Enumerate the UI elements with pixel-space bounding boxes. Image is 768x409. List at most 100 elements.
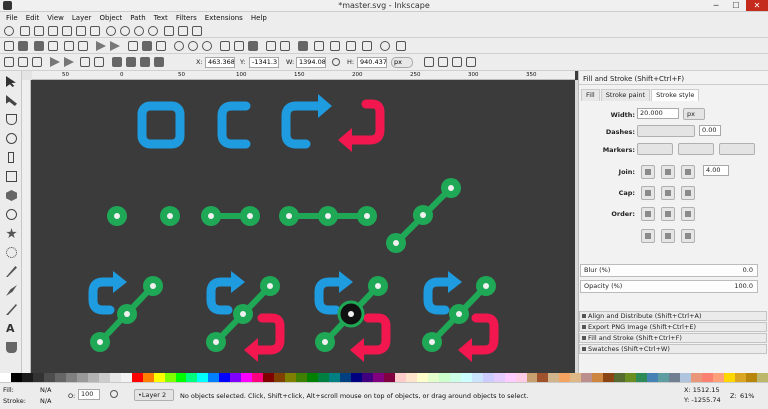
snap-toggle-icon[interactable] [4, 26, 14, 36]
color-swatch[interactable] [252, 373, 264, 382]
node-tool-icon[interactable] [6, 95, 17, 106]
color-swatch[interactable] [723, 373, 735, 382]
color-swatch[interactable] [32, 373, 44, 382]
cut-icon[interactable] [142, 41, 152, 51]
opacity-slider[interactable]: Opacity (%) 100.0 [580, 280, 758, 293]
align-distribute-dialog[interactable]: Align and Distribute (Shift+Ctrl+A) [579, 311, 767, 321]
spiral-tool-icon[interactable] [6, 247, 17, 258]
dash-pattern-select[interactable] [637, 125, 695, 137]
raise-icon[interactable] [126, 57, 136, 67]
color-swatch[interactable] [307, 373, 319, 382]
color-swatch[interactable] [460, 373, 472, 382]
export-png-dialog[interactable]: Export PNG Image (Shift+Ctrl+E) [579, 322, 767, 332]
color-swatch[interactable] [361, 373, 373, 382]
color-swatch[interactable] [0, 373, 11, 382]
color-swatch[interactable] [87, 373, 99, 382]
color-swatch[interactable] [581, 373, 593, 382]
color-swatch[interactable] [625, 373, 637, 382]
miter-limit-input[interactable]: 4.00 [703, 165, 729, 176]
color-swatch[interactable] [318, 373, 330, 382]
zoom-selection-icon[interactable] [174, 41, 184, 51]
deselect-icon[interactable] [32, 57, 42, 67]
copy-icon[interactable] [128, 41, 138, 51]
color-swatch[interactable] [734, 373, 746, 382]
start-marker-select[interactable] [637, 143, 673, 155]
undo-icon[interactable] [96, 41, 106, 51]
color-swatch[interactable] [10, 373, 22, 382]
tab-stroke-style[interactable]: Stroke style [651, 89, 700, 101]
color-swatch[interactable] [98, 373, 110, 382]
snap-nodes-icon[interactable] [90, 26, 100, 36]
new-document-icon[interactable] [4, 41, 14, 51]
color-swatch[interactable] [65, 373, 77, 382]
color-swatch[interactable] [21, 373, 33, 382]
round-cap-icon[interactable] [661, 186, 675, 200]
color-swatch[interactable] [120, 373, 132, 382]
color-swatch[interactable] [351, 373, 362, 382]
unlink-clone-icon[interactable] [248, 41, 258, 51]
paste-icon[interactable] [156, 41, 166, 51]
color-swatch[interactable] [482, 373, 494, 382]
align-icon[interactable] [362, 41, 372, 51]
xml-editor-icon[interactable] [346, 41, 356, 51]
rectangle-tool-icon[interactable] [6, 171, 17, 182]
x-input[interactable]: 463.368 [205, 57, 235, 68]
square-cap-icon[interactable] [681, 186, 695, 200]
menu-edit[interactable]: Edit [22, 14, 44, 22]
color-swatch[interactable] [504, 373, 516, 382]
color-swatch[interactable] [438, 373, 450, 382]
pen-tool-icon[interactable] [6, 285, 17, 296]
color-swatch[interactable] [142, 373, 154, 382]
color-swatch[interactable] [756, 373, 768, 382]
select-all-layers-icon[interactable] [18, 57, 28, 67]
paint-order-icon[interactable] [661, 207, 675, 221]
ungroup-icon[interactable] [280, 41, 290, 51]
zoom-page-icon[interactable] [202, 41, 212, 51]
scale-corners-icon[interactable] [438, 57, 448, 67]
color-swatch[interactable] [570, 373, 582, 382]
paint-order-icon[interactable] [661, 229, 675, 243]
snap-page-icon[interactable] [164, 26, 174, 36]
ellipse-tool-icon[interactable] [6, 209, 17, 220]
color-swatch[interactable] [427, 373, 439, 382]
snap-intersection-icon[interactable] [120, 26, 130, 36]
print-icon[interactable] [48, 41, 58, 51]
color-swatch[interactable] [603, 373, 615, 382]
color-swatch[interactable] [340, 373, 351, 382]
color-swatch[interactable] [614, 373, 626, 382]
snap-bbox-corner-icon[interactable] [48, 26, 58, 36]
color-swatch[interactable] [537, 373, 549, 382]
color-swatch[interactable] [592, 373, 604, 382]
color-swatch[interactable] [153, 373, 165, 382]
color-swatch[interactable] [526, 373, 538, 382]
color-swatch[interactable] [416, 373, 428, 382]
color-swatch[interactable] [54, 373, 66, 382]
color-swatch[interactable] [449, 373, 461, 382]
color-swatch[interactable] [208, 373, 220, 382]
round-join-icon[interactable] [661, 165, 675, 179]
swatches-dialog[interactable]: Swatches (Shift+Ctrl+W) [579, 344, 767, 354]
star-tool-icon[interactable] [6, 228, 17, 239]
color-swatch[interactable] [131, 373, 143, 382]
snap-cusp-icon[interactable] [134, 26, 144, 36]
move-patterns-icon[interactable] [466, 57, 476, 67]
y-input[interactable]: -1341.3 [249, 57, 279, 68]
color-swatch[interactable] [680, 373, 692, 382]
tab-stroke-paint[interactable]: Stroke paint [600, 89, 651, 101]
document-properties-icon[interactable] [396, 41, 406, 51]
text-font-icon[interactable] [314, 41, 324, 51]
unit-select[interactable]: px [391, 57, 413, 68]
color-swatch[interactable] [702, 373, 713, 382]
snap-path-icon[interactable] [106, 26, 116, 36]
raise-to-top-icon[interactable] [112, 57, 122, 67]
color-swatch[interactable] [471, 373, 483, 382]
color-swatch[interactable] [745, 373, 757, 382]
flip-horizontal-icon[interactable] [80, 57, 90, 67]
color-swatch[interactable] [109, 373, 121, 382]
color-swatch[interactable] [241, 373, 253, 382]
opacity-input[interactable]: 100 [78, 389, 100, 400]
width-input[interactable]: 1394.08 [296, 57, 326, 68]
color-swatch[interactable] [559, 373, 571, 382]
minimize-button[interactable]: ─ [706, 0, 726, 11]
snap-bbox-edge-icon[interactable] [34, 26, 44, 36]
